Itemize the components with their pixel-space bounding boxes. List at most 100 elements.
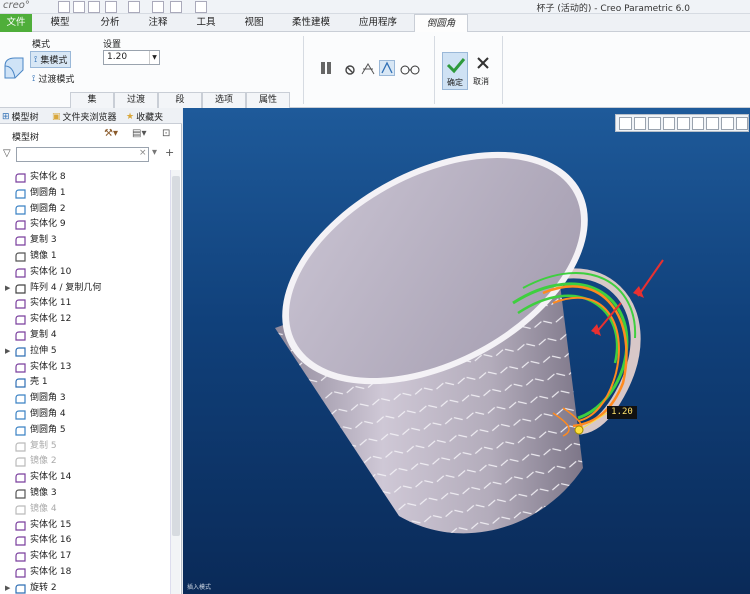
tree-item-label: 镜像 4 xyxy=(30,503,57,514)
tree-item[interactable]: 壳 1 xyxy=(0,375,170,391)
funnel-icon[interactable]: ▽ xyxy=(3,148,11,159)
cancel-label: 取消 xyxy=(473,77,489,86)
tree-item[interactable]: 倒圆角 5 xyxy=(0,423,170,439)
drag-handle[interactable] xyxy=(574,425,584,435)
undo-icon[interactable] xyxy=(105,1,117,13)
tree-item-label: 旋转 2 xyxy=(30,582,57,593)
solidify-icon xyxy=(15,315,26,325)
tree-item[interactable]: ▶ 阵列 4 / 复制几何 xyxy=(0,281,170,297)
glasses-icon[interactable] xyxy=(400,61,420,77)
tree-item[interactable]: 实体化 13 xyxy=(0,360,170,376)
tab-flexible-modeling[interactable]: 柔性建模 xyxy=(283,14,339,32)
close-window-icon[interactable] xyxy=(195,1,207,13)
tree-item[interactable]: 实体化 12 xyxy=(0,312,170,328)
tab-model[interactable]: 模型 xyxy=(40,14,80,32)
tab-applications[interactable]: 应用程序 xyxy=(350,14,406,32)
tree-settings-icon[interactable]: ⚒▾ xyxy=(104,128,118,139)
tree-item[interactable]: 实体化 11 xyxy=(0,296,170,312)
subtab-options[interactable]: 选项 xyxy=(202,92,246,108)
round-icon xyxy=(15,394,26,404)
tree-item-label: 实体化 8 xyxy=(30,172,66,182)
radius-combo[interactable]: 1.20 ▼ xyxy=(103,50,160,65)
search-input[interactable] xyxy=(16,147,149,162)
redo-icon[interactable] xyxy=(128,1,140,13)
expand-arrow-icon[interactable]: ▶ xyxy=(5,344,10,360)
tree-scrollbar[interactable] xyxy=(170,170,180,594)
search-options-icon[interactable]: ▾ xyxy=(152,147,157,158)
window-title: 杯子 (活动的) - Creo Parametric 6.0 xyxy=(536,4,690,14)
tab-model-tree[interactable]: ⊞ 模型树 xyxy=(2,110,39,124)
tree-item[interactable]: 镜像 2 xyxy=(0,454,170,470)
ok-button[interactable]: 确定 xyxy=(442,52,468,90)
tab-view[interactable]: 视图 xyxy=(234,14,274,32)
tree-item[interactable]: 镜像 1 xyxy=(0,249,170,265)
tree-item[interactable]: 倒圆角 2 xyxy=(0,202,170,218)
subtab-transitions[interactable]: 过渡 xyxy=(114,92,158,108)
tree-item[interactable]: 复制 4 xyxy=(0,328,170,344)
mirror-icon xyxy=(15,252,26,262)
tree-filter-icon[interactable]: ⊡ xyxy=(162,128,170,139)
expand-arrow-icon[interactable]: ▶ xyxy=(5,281,10,297)
save-icon[interactable] xyxy=(88,1,100,13)
tab-tools[interactable]: 工具 xyxy=(186,14,226,32)
tree-item[interactable]: 复制 3 xyxy=(0,233,170,249)
tree-item[interactable]: 实体化 16 xyxy=(0,533,170,549)
tree-item[interactable]: 实体化 8 xyxy=(0,170,170,186)
new-file-icon[interactable] xyxy=(58,1,70,13)
tab-analysis[interactable]: 分析 xyxy=(90,14,130,32)
tab-favorites[interactable]: ★ 收藏夹 xyxy=(126,110,163,124)
tab-folder-browser[interactable]: ▣ 文件夹浏览器 xyxy=(52,110,117,124)
windows-icon[interactable] xyxy=(170,1,182,13)
solidify-icon xyxy=(15,299,26,309)
add-icon[interactable]: + xyxy=(165,146,174,159)
status-text: 插入模式 xyxy=(187,584,212,591)
tab-file[interactable]: 文件 xyxy=(0,14,32,32)
round-icon xyxy=(15,204,26,215)
subtab-properties[interactable]: 属性 xyxy=(246,92,290,108)
ribbon-subtabs: 集 过渡 段 选项 属性 xyxy=(70,92,290,108)
tree-item[interactable]: 实体化 17 xyxy=(0,549,170,565)
tab-folder-browser-label: 文件夹浏览器 xyxy=(62,113,117,123)
tree-item[interactable]: 镜像 3 xyxy=(0,486,170,502)
chevron-down-icon[interactable]: ▼ xyxy=(149,51,159,64)
tree-item[interactable]: 镜像 4 xyxy=(0,502,170,518)
expand-arrow-icon[interactable]: ▶ xyxy=(5,581,10,594)
radius-dimension-label[interactable]: 1.20 xyxy=(607,406,637,419)
tree-item[interactable]: 实体化 9 xyxy=(0,217,170,233)
mirror-icon xyxy=(15,457,26,467)
tree-item[interactable]: 倒圆角 3 xyxy=(0,391,170,407)
tree-item[interactable]: 倒圆角 4 xyxy=(0,407,170,423)
tree-item[interactable]: ▶ 旋转 2 xyxy=(0,581,170,594)
tree-item[interactable]: 实体化 10 xyxy=(0,265,170,281)
clear-search-icon[interactable]: × xyxy=(139,148,147,158)
tab-annotate[interactable]: 注释 xyxy=(138,14,178,32)
tree-item-label: 实体化 15 xyxy=(30,519,72,530)
solidify-icon xyxy=(15,568,26,578)
open-file-icon[interactable] xyxy=(73,1,85,13)
set-mode-label: 集模式 xyxy=(40,56,68,66)
preview-separate-icon[interactable] xyxy=(360,61,376,77)
preview-joined-icon[interactable] xyxy=(379,60,395,76)
tree-item[interactable]: ▶ 拉伸 5 xyxy=(0,344,170,360)
red-arrow-upper xyxy=(637,259,664,297)
no-preview-icon[interactable] xyxy=(342,62,358,78)
pause-icon[interactable] xyxy=(318,60,334,76)
tab-round[interactable]: 倒圆角 xyxy=(414,14,468,33)
subtab-pieces[interactable]: 段 xyxy=(158,92,202,108)
tree-item[interactable]: 倒圆角 1 xyxy=(0,186,170,202)
regenerate-icon[interactable] xyxy=(152,1,164,13)
mug-model[interactable] xyxy=(183,108,750,594)
transition-mode-button[interactable]: ⟟ 过渡模式 xyxy=(32,72,74,86)
tree-columns-icon[interactable]: ▤▾ xyxy=(132,128,146,139)
tree-item[interactable]: 实体化 14 xyxy=(0,470,170,486)
radius-value: 1.20 xyxy=(107,52,128,62)
cancel-button[interactable]: 取消 xyxy=(472,52,494,90)
graphics-viewport[interactable]: 1.20 插入模式 xyxy=(183,108,750,594)
star-icon: ★ xyxy=(126,111,135,122)
subtab-sets[interactable]: 集 xyxy=(70,92,114,108)
tree-item[interactable]: 复制 5 xyxy=(0,439,170,455)
tree-item[interactable]: 实体化 18 xyxy=(0,565,170,581)
scrollbar-thumb[interactable] xyxy=(172,176,180,536)
set-mode-button[interactable]: ⟟ 集模式 xyxy=(30,51,72,68)
tree-item[interactable]: 实体化 15 xyxy=(0,518,170,534)
